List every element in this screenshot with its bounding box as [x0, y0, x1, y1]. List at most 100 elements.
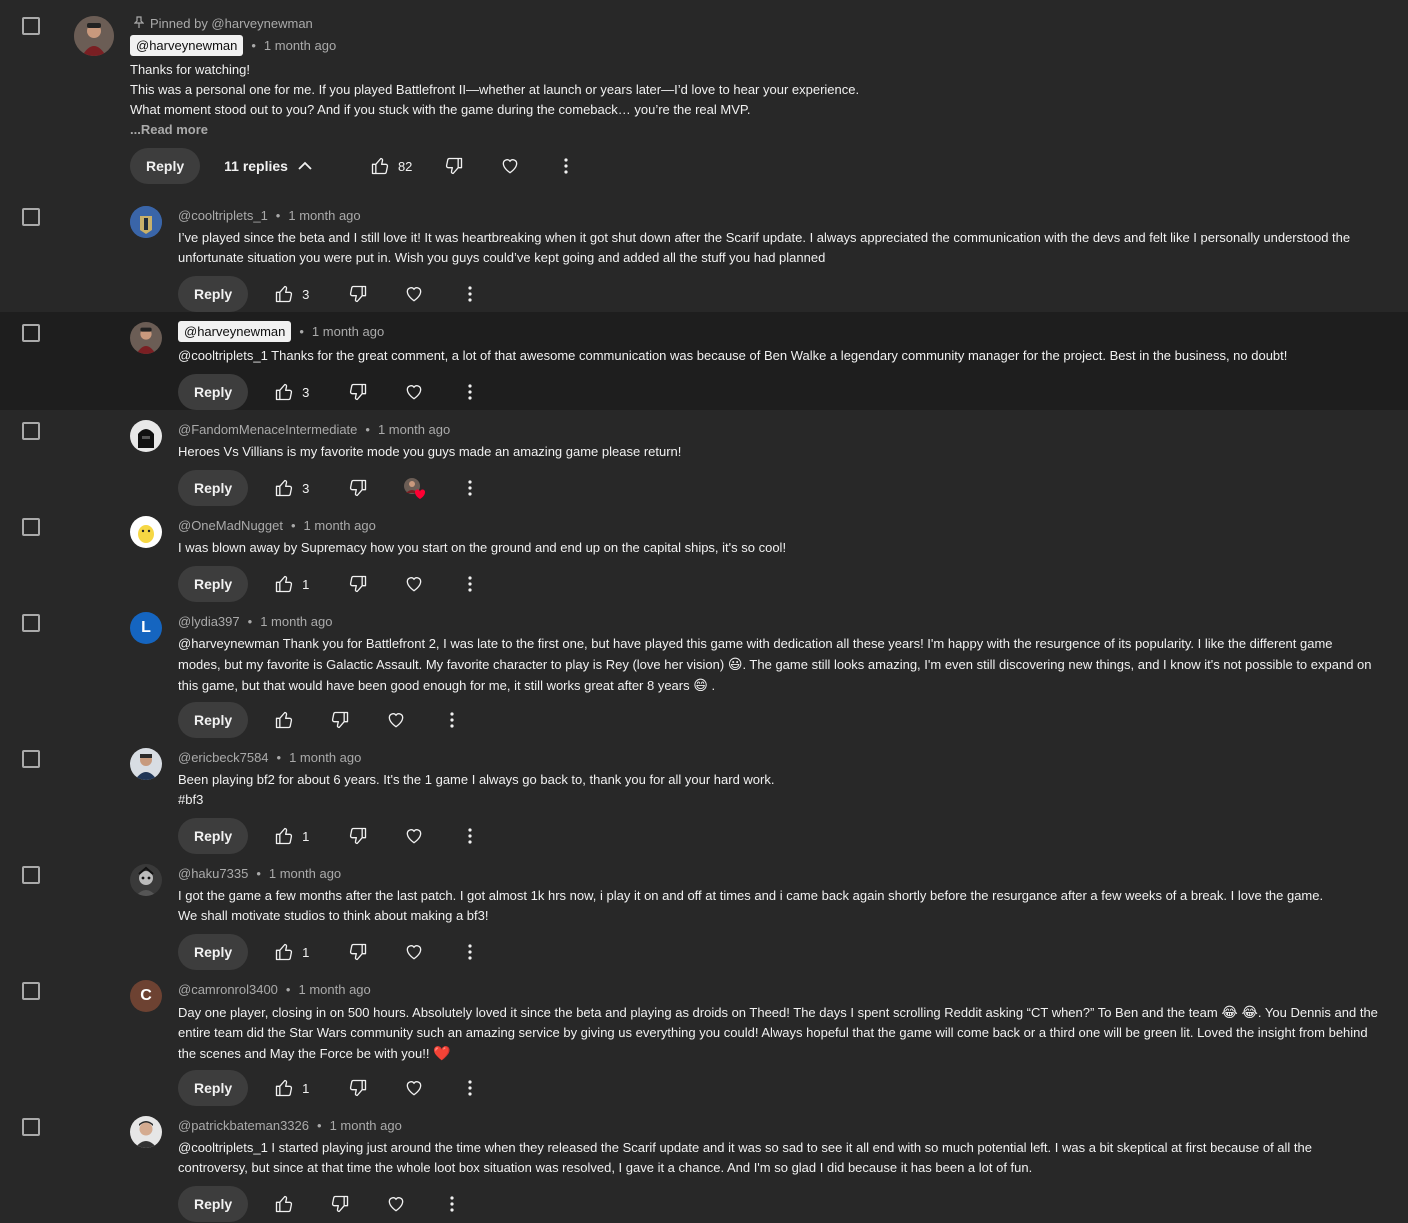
author-handle[interactable]: @lydia397	[178, 614, 240, 629]
avatar[interactable]	[130, 322, 162, 354]
replies-toggle[interactable]: 11 replies	[214, 148, 322, 184]
author-handle[interactable]: @patrickbateman3326	[178, 1118, 309, 1133]
select-checkbox[interactable]	[22, 518, 40, 536]
more-actions-button[interactable]	[452, 934, 488, 970]
reply-button[interactable]: Reply	[178, 470, 249, 506]
like-button[interactable]	[266, 818, 302, 854]
heart-button[interactable]	[378, 1186, 414, 1222]
reply-button[interactable]: Reply	[178, 1070, 249, 1106]
more-actions-button[interactable]	[452, 818, 488, 854]
avatar[interactable]: C	[130, 980, 162, 1012]
avatar[interactable]	[130, 420, 162, 452]
avatar[interactable]	[130, 1116, 162, 1148]
avatar[interactable]	[74, 16, 114, 56]
more-actions-button[interactable]	[452, 1070, 488, 1106]
select-checkbox[interactable]	[22, 614, 40, 632]
like-button[interactable]	[266, 276, 302, 312]
reply-button[interactable]: Reply	[178, 566, 249, 602]
timestamp[interactable]: 1 month ago	[289, 750, 361, 765]
select-checkbox[interactable]	[22, 866, 40, 884]
more-actions-button[interactable]	[434, 1186, 470, 1222]
pinned-by-text: Pinned by @harveynewman	[150, 16, 313, 31]
select-checkbox[interactable]	[22, 17, 40, 35]
heart-button[interactable]	[396, 276, 432, 312]
thumbs-down-icon	[350, 943, 367, 961]
dislike-button[interactable]	[340, 276, 376, 312]
timestamp[interactable]: 1 month ago	[264, 38, 336, 53]
avatar[interactable]: L	[130, 612, 162, 644]
like-button[interactable]	[266, 702, 302, 738]
reply-button[interactable]: Reply	[178, 374, 249, 410]
like-button[interactable]	[266, 566, 302, 602]
read-more-link[interactable]: ...Read more	[130, 120, 1370, 140]
author-handle[interactable]: @haku7335	[178, 866, 248, 881]
timestamp[interactable]: 1 month ago	[260, 614, 332, 629]
author-handle[interactable]: @ericbeck7584	[178, 750, 269, 765]
avatar[interactable]	[130, 748, 162, 780]
heart-button[interactable]	[492, 148, 528, 184]
author-handle[interactable]: @OneMadNugget	[178, 518, 283, 533]
reply-button[interactable]: Reply	[178, 1186, 249, 1222]
dislike-button[interactable]	[340, 374, 376, 410]
author-handle[interactable]: @cooltriplets_1	[178, 208, 268, 223]
author-handle[interactable]: @camronrol3400	[178, 982, 278, 997]
heart-icon	[406, 1081, 422, 1096]
author-chip[interactable]: @harveynewman	[130, 34, 244, 56]
avatar[interactable]	[130, 516, 162, 548]
author-handle[interactable]: @FandomMenaceIntermediate	[178, 422, 357, 437]
heart-button[interactable]	[396, 566, 432, 602]
timestamp[interactable]: 1 month ago	[269, 866, 341, 881]
timestamp[interactable]: 1 month ago	[330, 1118, 402, 1133]
separator-dot: •	[247, 613, 253, 629]
dislike-button[interactable]	[322, 1186, 358, 1222]
select-checkbox[interactable]	[22, 324, 40, 342]
reply-button[interactable]: Reply	[178, 702, 249, 738]
more-actions-button[interactable]	[452, 470, 488, 506]
heart-button[interactable]	[396, 1070, 432, 1106]
dislike-button[interactable]	[340, 1070, 376, 1106]
dislike-button[interactable]	[340, 934, 376, 970]
more-actions-button[interactable]	[452, 276, 488, 312]
more-actions-button[interactable]	[452, 374, 488, 410]
avatar[interactable]	[130, 206, 162, 238]
reply-button[interactable]: Reply	[178, 276, 249, 312]
timestamp[interactable]: 1 month ago	[298, 982, 370, 997]
like-button[interactable]	[266, 1186, 302, 1222]
creator-heart-badge[interactable]	[396, 470, 432, 506]
timestamp[interactable]: 1 month ago	[378, 422, 450, 437]
heart-button[interactable]	[396, 818, 432, 854]
like-button[interactable]	[266, 1070, 302, 1106]
timestamp[interactable]: 1 month ago	[288, 208, 360, 223]
select-checkbox[interactable]	[22, 422, 40, 440]
avatar[interactable]	[130, 864, 162, 896]
select-checkbox[interactable]	[22, 1118, 40, 1136]
reply-button[interactable]: Reply	[130, 148, 201, 184]
author-chip[interactable]: @harveynewman	[178, 320, 292, 342]
reply-button[interactable]: Reply	[178, 934, 249, 970]
thumbs-up-icon	[371, 157, 389, 175]
more-actions-button[interactable]	[434, 702, 470, 738]
dislike-button[interactable]	[322, 702, 358, 738]
like-button[interactable]	[266, 470, 302, 506]
select-checkbox[interactable]	[22, 982, 40, 1000]
dislike-button[interactable]	[340, 470, 376, 506]
more-actions-button[interactable]	[452, 566, 488, 602]
dislike-button[interactable]	[340, 818, 376, 854]
reply-button[interactable]: Reply	[178, 818, 249, 854]
dislike-button[interactable]	[340, 566, 376, 602]
select-checkbox[interactable]	[22, 750, 40, 768]
thumbs-down-icon	[350, 575, 367, 593]
heart-button[interactable]	[396, 374, 432, 410]
like-button[interactable]	[362, 148, 398, 184]
more-actions-button[interactable]	[548, 148, 584, 184]
timestamp[interactable]: 1 month ago	[304, 518, 376, 533]
heart-button[interactable]	[378, 702, 414, 738]
like-button[interactable]	[266, 934, 302, 970]
more-vert-icon	[468, 286, 472, 302]
heart-button[interactable]	[396, 934, 432, 970]
select-checkbox[interactable]	[22, 208, 40, 226]
like-button[interactable]	[266, 374, 302, 410]
dislike-button[interactable]	[436, 148, 472, 184]
thumbs-down-icon	[332, 711, 349, 729]
timestamp[interactable]: 1 month ago	[312, 324, 384, 339]
